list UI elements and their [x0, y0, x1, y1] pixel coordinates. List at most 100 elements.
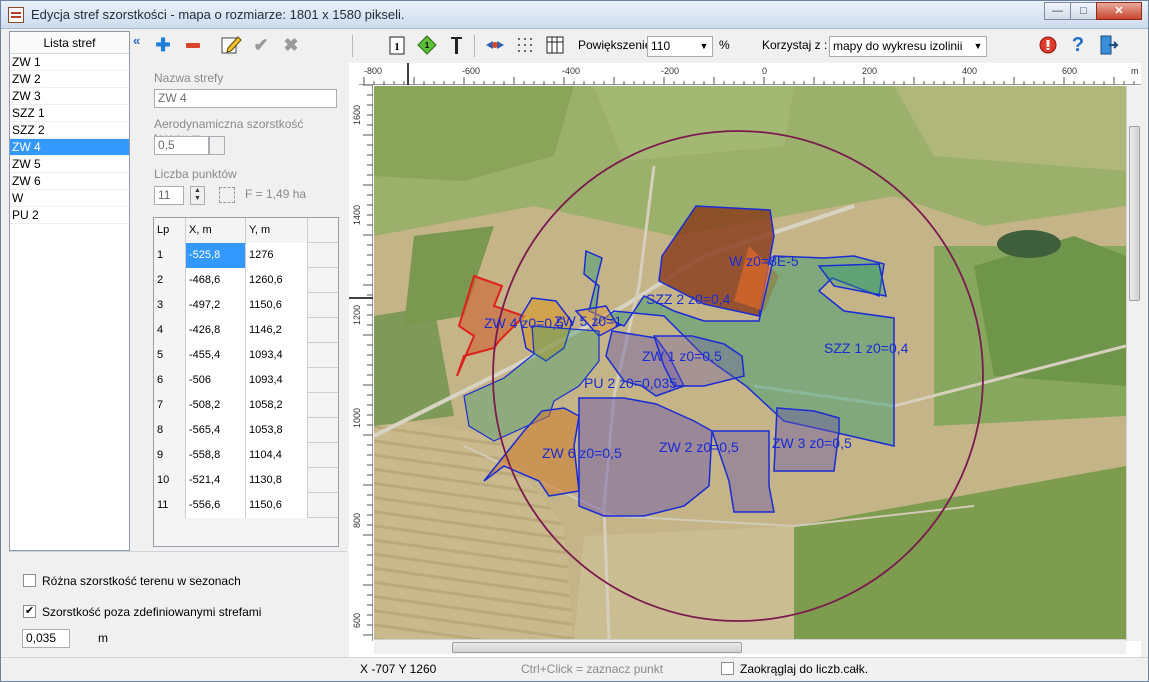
zone-list-item[interactable]: W — [10, 190, 129, 207]
round-checkbox[interactable] — [721, 662, 734, 675]
cell-lp[interactable]: 9 — [154, 443, 186, 468]
cell-x[interactable]: -455,4 — [186, 343, 246, 368]
cell-lp[interactable]: 7 — [154, 393, 186, 418]
maximize-button[interactable]: □ — [1070, 2, 1097, 20]
close-button[interactable]: ✕ — [1096, 2, 1142, 20]
zone-list-item[interactable]: ZW 2 — [10, 71, 129, 88]
table-row[interactable]: 10 -521,4 1130,8 — [154, 468, 338, 493]
zone-list-item[interactable]: ZW 5 — [10, 156, 129, 173]
zone-list-item[interactable]: ZW 1 — [10, 54, 129, 71]
cell-x[interactable]: -556,6 — [186, 493, 246, 518]
cell-x[interactable]: -426,8 — [186, 318, 246, 343]
svg-text:1: 1 — [394, 41, 400, 53]
zone-list-item[interactable]: ZW 6 — [10, 173, 129, 190]
zone-list-item[interactable]: PU 2 — [10, 207, 129, 224]
cell-x[interactable]: -525,8 — [186, 243, 246, 268]
cell-y[interactable]: 1276 — [246, 243, 308, 268]
cell-x[interactable]: -558,8 — [186, 443, 246, 468]
info-icon[interactable]: 1 — [385, 33, 409, 57]
outside-roughness-input[interactable]: 0,035 — [22, 629, 70, 648]
map-area: -800 -600 -400 -200 0 200 400 600 m 1600 1400 1200… — [349, 63, 1141, 657]
cell-y[interactable]: 1093,4 — [246, 368, 308, 393]
window-controls: — □ ✕ — [1044, 2, 1142, 20]
remove-zone-icon[interactable] — [181, 33, 205, 57]
zone-list-item[interactable]: SZZ 1 — [10, 105, 129, 122]
move-point-icon[interactable]: 1 — [415, 33, 439, 57]
table-row[interactable]: 11 -556,6 1150,6 — [154, 493, 338, 518]
cell-x[interactable]: -497,2 — [186, 293, 246, 318]
horizontal-scrollbar[interactable] — [374, 639, 1126, 654]
cell-y[interactable]: 1260,6 — [246, 268, 308, 293]
round-label: Zaokrąglaj do liczb.całk. — [740, 662, 869, 676]
header-x: X, m — [186, 218, 246, 243]
table-row[interactable]: 5 -455,4 1093,4 — [154, 343, 338, 368]
main-window: Edycja stref szorstkości - mapa o rozmia… — [0, 0, 1149, 682]
area-icon — [219, 187, 235, 203]
cell-lp[interactable]: 2 — [154, 268, 186, 293]
zoom-unit: % — [719, 38, 730, 52]
cell-lp[interactable]: 4 — [154, 318, 186, 343]
vertical-scroll-thumb[interactable] — [1129, 126, 1140, 301]
cell-y[interactable]: 1150,6 — [246, 493, 308, 518]
cell-y[interactable]: 1058,2 — [246, 393, 308, 418]
header-y: Y, m — [246, 218, 308, 243]
help-icon[interactable]: ? — [1066, 33, 1090, 57]
title-bar: Edycja stref szorstkości - mapa o rozmia… — [1, 1, 1148, 29]
pan-icon[interactable] — [483, 33, 507, 57]
minimize-button[interactable]: — — [1044, 2, 1071, 20]
status-bar: X -707 Y 1260 Ctrl+Click = zaznacz punkt… — [1, 657, 1148, 681]
outside-zones-checkbox[interactable]: ✔ — [23, 605, 36, 618]
points-stepper[interactable]: ▲ ▼ — [190, 186, 205, 205]
zone-list-item[interactable]: ZW 4 — [10, 139, 129, 156]
cell-x[interactable]: -508,2 — [186, 393, 246, 418]
table-row[interactable]: 2 -468,6 1260,6 — [154, 268, 338, 293]
add-zone-icon[interactable]: ✚ — [151, 33, 175, 57]
cell-lp[interactable]: 3 — [154, 293, 186, 318]
table-row[interactable]: 7 -508,2 1058,2 — [154, 393, 338, 418]
table-row[interactable]: 1 -525,8 1276 — [154, 243, 338, 268]
cell-y[interactable]: 1146,2 — [246, 318, 308, 343]
map-canvas[interactable]: W z0=8E-5 SZZ 2 z0=0,4 ZW 4 z0=0,5 ZW 5 … — [374, 86, 1126, 639]
cell-y[interactable]: 1093,4 — [246, 343, 308, 368]
horizontal-scroll-thumb[interactable] — [452, 642, 742, 653]
vertical-scrollbar[interactable] — [1126, 86, 1141, 641]
cell-lp[interactable]: 6 — [154, 368, 186, 393]
seasonal-checkbox[interactable] — [23, 574, 36, 587]
cell-y[interactable]: 1053,8 — [246, 418, 308, 443]
cell-lp[interactable]: 11 — [154, 493, 186, 518]
measure-icon[interactable] — [445, 33, 469, 57]
cancel-icon[interactable]: ✖ — [279, 33, 303, 57]
cell-y[interactable]: 1104,4 — [246, 443, 308, 468]
stop-icon[interactable] — [1036, 33, 1060, 57]
cell-x[interactable]: -565,4 — [186, 418, 246, 443]
table-row[interactable]: 4 -426,8 1146,2 — [154, 318, 338, 343]
edit-zone-icon[interactable] — [219, 33, 243, 57]
roughness-spinner[interactable] — [209, 136, 225, 155]
roughness-input[interactable]: 0,5 — [154, 136, 209, 155]
cell-x[interactable]: -506 — [186, 368, 246, 393]
collapse-panel-button[interactable]: « — [133, 33, 140, 48]
table-row[interactable]: 6 -506 1093,4 — [154, 368, 338, 393]
grid-icon[interactable] — [513, 33, 537, 57]
table-row[interactable]: 3 -497,2 1150,6 — [154, 293, 338, 318]
points-count-input[interactable]: 11 — [154, 186, 184, 205]
use-source-combo[interactable]: mapy do wykresu izolinii ▼ — [829, 36, 987, 57]
zoom-combo[interactable]: 110 ▼ — [647, 36, 713, 57]
confirm-icon[interactable]: ✔ — [249, 33, 273, 57]
cell-lp[interactable]: 8 — [154, 418, 186, 443]
cell-x[interactable]: -521,4 — [186, 468, 246, 493]
cell-x[interactable]: -468,6 — [186, 268, 246, 293]
zone-list-item[interactable]: SZZ 2 — [10, 122, 129, 139]
zone-name-input[interactable]: ZW 4 — [154, 89, 337, 108]
cell-lp[interactable]: 10 — [154, 468, 186, 493]
cell-y[interactable]: 1150,6 — [246, 293, 308, 318]
exit-icon[interactable] — [1096, 33, 1120, 57]
table-icon[interactable] — [543, 33, 567, 57]
cell-lp[interactable]: 1 — [154, 243, 186, 268]
cell-y[interactable]: 1130,8 — [246, 468, 308, 493]
zone-list-header: Lista stref — [10, 32, 129, 54]
table-row[interactable]: 9 -558,8 1104,4 — [154, 443, 338, 468]
zone-list-item[interactable]: ZW 3 — [10, 88, 129, 105]
table-row[interactable]: 8 -565,4 1053,8 — [154, 418, 338, 443]
cell-lp[interactable]: 5 — [154, 343, 186, 368]
